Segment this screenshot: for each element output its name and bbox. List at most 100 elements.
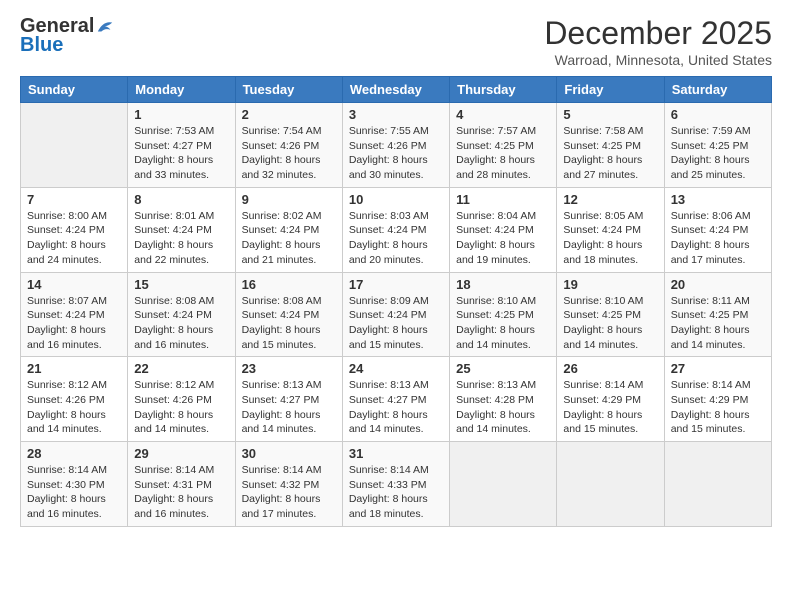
calendar-cell: 7 Sunrise: 8:00 AMSunset: 4:24 PMDaylight…	[21, 187, 128, 272]
day-info: Sunrise: 8:06 AMSunset: 4:24 PMDaylight:…	[671, 209, 765, 268]
column-header-friday: Friday	[557, 77, 664, 103]
column-header-monday: Monday	[128, 77, 235, 103]
calendar-cell: 30 Sunrise: 8:14 AMSunset: 4:32 PMDayligh…	[235, 442, 342, 527]
calendar-cell	[450, 442, 557, 527]
day-info: Sunrise: 8:14 AMSunset: 4:32 PMDaylight:…	[242, 463, 336, 522]
day-number: 30	[242, 446, 336, 461]
day-info: Sunrise: 8:13 AMSunset: 4:27 PMDaylight:…	[242, 378, 336, 437]
calendar-cell: 8 Sunrise: 8:01 AMSunset: 4:24 PMDaylight…	[128, 187, 235, 272]
day-number: 9	[242, 192, 336, 207]
day-info: Sunrise: 8:08 AMSunset: 4:24 PMDaylight:…	[242, 294, 336, 353]
day-info: Sunrise: 8:12 AMSunset: 4:26 PMDaylight:…	[27, 378, 121, 437]
calendar-cell: 2 Sunrise: 7:54 AMSunset: 4:26 PMDaylight…	[235, 103, 342, 188]
calendar-cell: 19Sunrise: 8:10 AMSunset: 4:25 PMDayligh…	[557, 272, 664, 357]
calendar-cell	[557, 442, 664, 527]
day-number: 11	[456, 192, 550, 207]
calendar-table: SundayMondayTuesdayWednesdayThursdayFrid…	[20, 76, 772, 527]
calendar-cell: 23 Sunrise: 8:13 AMSunset: 4:27 PMDayligh…	[235, 357, 342, 442]
day-info: Sunrise: 8:14 AMSunset: 4:29 PMDaylight:…	[563, 378, 657, 437]
calendar-cell: 22 Sunrise: 8:12 AMSunset: 4:26 PMDayligh…	[128, 357, 235, 442]
title-block: December 2025 Warroad, Minnesota, United…	[544, 15, 772, 68]
calendar-cell: 14 Sunrise: 8:07 AMSunset: 4:24 PMDayligh…	[21, 272, 128, 357]
day-info: Sunrise: 8:08 AMSunset: 4:24 PMDaylight:…	[134, 294, 228, 353]
week-row-4: 21 Sunrise: 8:12 AMSunset: 4:26 PMDayligh…	[21, 357, 772, 442]
day-info: Sunrise: 8:07 AMSunset: 4:24 PMDaylight:…	[27, 294, 121, 353]
calendar-cell: 12Sunrise: 8:05 AMSunset: 4:24 PMDayligh…	[557, 187, 664, 272]
day-number: 2	[242, 107, 336, 122]
calendar-cell: 10 Sunrise: 8:03 AMSunset: 4:24 PMDayligh…	[342, 187, 449, 272]
column-header-thursday: Thursday	[450, 77, 557, 103]
day-info: Sunrise: 8:14 AMSunset: 4:33 PMDaylight:…	[349, 463, 443, 522]
day-number: 7	[27, 192, 121, 207]
day-info: Sunrise: 8:01 AMSunset: 4:24 PMDaylight:…	[134, 209, 228, 268]
calendar-cell: 9 Sunrise: 8:02 AMSunset: 4:24 PMDaylight…	[235, 187, 342, 272]
location: Warroad, Minnesota, United States	[544, 52, 772, 68]
calendar-cell: 11 Sunrise: 8:04 AMSunset: 4:24 PMDayligh…	[450, 187, 557, 272]
day-info: Sunrise: 8:00 AMSunset: 4:24 PMDaylight:…	[27, 209, 121, 268]
day-number: 17	[349, 277, 443, 292]
calendar-cell: 24 Sunrise: 8:13 AMSunset: 4:27 PMDayligh…	[342, 357, 449, 442]
day-info: Sunrise: 7:59 AMSunset: 4:25 PMDaylight:…	[671, 124, 765, 183]
calendar-cell: 5Sunrise: 7:58 AMSunset: 4:25 PMDaylight…	[557, 103, 664, 188]
column-header-saturday: Saturday	[664, 77, 771, 103]
header: General Blue December 2025 Warroad, Minn…	[20, 15, 772, 68]
calendar-cell: 21 Sunrise: 8:12 AMSunset: 4:26 PMDayligh…	[21, 357, 128, 442]
day-number: 21	[27, 361, 121, 376]
calendar-cell: 18Sunrise: 8:10 AMSunset: 4:25 PMDayligh…	[450, 272, 557, 357]
calendar-cell: 3 Sunrise: 7:55 AMSunset: 4:26 PMDaylight…	[342, 103, 449, 188]
calendar-cell: 6Sunrise: 7:59 AMSunset: 4:25 PMDaylight…	[664, 103, 771, 188]
day-number: 3	[349, 107, 443, 122]
day-info: Sunrise: 8:13 AMSunset: 4:27 PMDaylight:…	[349, 378, 443, 437]
calendar-cell	[664, 442, 771, 527]
column-header-wednesday: Wednesday	[342, 77, 449, 103]
day-info: Sunrise: 8:11 AMSunset: 4:25 PMDaylight:…	[671, 294, 765, 353]
day-number: 13	[671, 192, 765, 207]
day-info: Sunrise: 7:58 AMSunset: 4:25 PMDaylight:…	[563, 124, 657, 183]
day-number: 10	[349, 192, 443, 207]
logo: General Blue	[20, 15, 114, 57]
day-info: Sunrise: 8:13 AMSunset: 4:28 PMDaylight:…	[456, 378, 550, 437]
day-number: 22	[134, 361, 228, 376]
day-number: 12	[563, 192, 657, 207]
calendar-cell: 31 Sunrise: 8:14 AMSunset: 4:33 PMDayligh…	[342, 442, 449, 527]
day-number: 14	[27, 277, 121, 292]
calendar-cell: 25Sunrise: 8:13 AMSunset: 4:28 PMDayligh…	[450, 357, 557, 442]
day-info: Sunrise: 8:12 AMSunset: 4:26 PMDaylight:…	[134, 378, 228, 437]
day-number: 16	[242, 277, 336, 292]
day-info: Sunrise: 8:02 AMSunset: 4:24 PMDaylight:…	[242, 209, 336, 268]
column-header-tuesday: Tuesday	[235, 77, 342, 103]
day-info: Sunrise: 7:54 AMSunset: 4:26 PMDaylight:…	[242, 124, 336, 183]
calendar-cell: 16 Sunrise: 8:08 AMSunset: 4:24 PMDayligh…	[235, 272, 342, 357]
day-number: 20	[671, 277, 765, 292]
day-info: Sunrise: 7:55 AMSunset: 4:26 PMDaylight:…	[349, 124, 443, 183]
day-number: 4	[456, 107, 550, 122]
day-number: 24	[349, 361, 443, 376]
calendar-cell: 28 Sunrise: 8:14 AMSunset: 4:30 PMDayligh…	[21, 442, 128, 527]
day-number: 28	[27, 446, 121, 461]
calendar-cell: 1Sunrise: 7:53 AMSunset: 4:27 PMDaylight…	[128, 103, 235, 188]
week-row-5: 28 Sunrise: 8:14 AMSunset: 4:30 PMDayligh…	[21, 442, 772, 527]
day-info: Sunrise: 8:14 AMSunset: 4:30 PMDaylight:…	[27, 463, 121, 522]
day-info: Sunrise: 8:14 AMSunset: 4:31 PMDaylight:…	[134, 463, 228, 522]
month-title: December 2025	[544, 15, 772, 52]
week-row-1: 1Sunrise: 7:53 AMSunset: 4:27 PMDaylight…	[21, 103, 772, 188]
day-number: 26	[563, 361, 657, 376]
day-info: Sunrise: 8:09 AMSunset: 4:24 PMDaylight:…	[349, 294, 443, 353]
calendar-cell: 27Sunrise: 8:14 AMSunset: 4:29 PMDayligh…	[664, 357, 771, 442]
calendar-cell: 26 Sunrise: 8:14 AMSunset: 4:29 PMDayligh…	[557, 357, 664, 442]
page-container: General Blue December 2025 Warroad, Minn…	[0, 0, 792, 537]
day-info: Sunrise: 8:03 AMSunset: 4:24 PMDaylight:…	[349, 209, 443, 268]
calendar-header-row: SundayMondayTuesdayWednesdayThursdayFrid…	[21, 77, 772, 103]
day-number: 23	[242, 361, 336, 376]
week-row-2: 7 Sunrise: 8:00 AMSunset: 4:24 PMDaylight…	[21, 187, 772, 272]
logo-bird-icon	[96, 18, 114, 36]
day-info: Sunrise: 7:53 AMSunset: 4:27 PMDaylight:…	[134, 124, 228, 183]
day-number: 29	[134, 446, 228, 461]
calendar-cell: 20 Sunrise: 8:11 AMSunset: 4:25 PMDayligh…	[664, 272, 771, 357]
calendar-cell: 13 Sunrise: 8:06 AMSunset: 4:24 PMDayligh…	[664, 187, 771, 272]
day-info: Sunrise: 8:04 AMSunset: 4:24 PMDaylight:…	[456, 209, 550, 268]
day-number: 31	[349, 446, 443, 461]
week-row-3: 14 Sunrise: 8:07 AMSunset: 4:24 PMDayligh…	[21, 272, 772, 357]
day-number: 18	[456, 277, 550, 292]
day-number: 8	[134, 192, 228, 207]
